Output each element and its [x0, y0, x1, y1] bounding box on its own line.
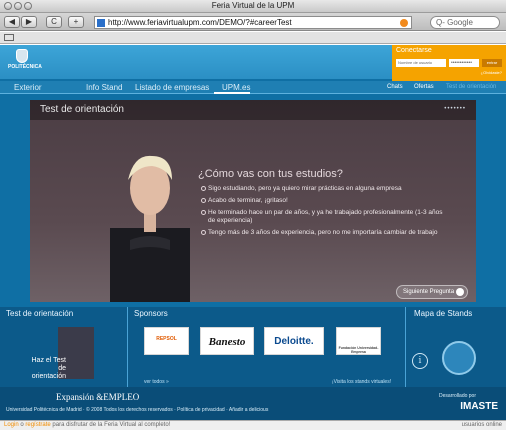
play-arrow-icon [456, 288, 464, 296]
main-nav: Exterior Info Stand Listado de empresas … [0, 81, 506, 94]
progress-dots: ••••••• [444, 106, 466, 112]
sponsors-title: Sponsors [134, 309, 168, 318]
nav-item-exterior[interactable]: Exterior [14, 83, 42, 92]
question-text: ¿Cómo vas con tus estudios? [198, 168, 343, 180]
nav-test-link[interactable]: Test de orientación [446, 84, 496, 90]
status-bar: Login o regístrate para disfrutar de la … [0, 420, 506, 430]
login-title: Conectarse [396, 47, 432, 54]
test-panel-title: Test de orientación [6, 309, 74, 318]
option-radio[interactable] [201, 210, 206, 215]
status-tail: para disfrutar de la Feria Virtual al co… [52, 422, 171, 428]
add-bookmark-button[interactable]: + [68, 16, 84, 28]
site-favicon-icon [97, 19, 105, 27]
stand-map-grid-icon[interactable] [442, 341, 476, 375]
option-label[interactable]: Tengo más de 3 años de experiencia, pero… [208, 229, 448, 237]
next-question-button[interactable]: Siguiente Pregunta [396, 285, 468, 299]
nav-item-info-stand[interactable]: Info Stand [86, 83, 122, 92]
option-radio[interactable] [201, 198, 206, 203]
login-link[interactable]: Login [4, 422, 19, 428]
window-titlebar: Feria Virtual de la UPM [0, 0, 506, 13]
username-field[interactable]: Nombre de usuario [396, 59, 446, 67]
sponsor-label: Deloitte. [274, 336, 314, 347]
option-label[interactable]: Sigo estudiando, pero ya quiero mirar pr… [208, 185, 448, 193]
nav-item-listado[interactable]: Listado de empresas [135, 83, 209, 92]
option-label[interactable]: He terminado hace un par de años, y ya h… [208, 209, 448, 225]
site-footer: Expansión &EMPLEO Universidad Politécnic… [0, 387, 506, 420]
test-panel[interactable]: Test de orientación Haz el Test de orien… [0, 307, 128, 387]
bookmarks-bar [0, 32, 506, 44]
sponsor-label: REPSOL [156, 336, 177, 342]
nav-chats-link[interactable]: Chats [387, 84, 403, 90]
sponsor-deloitte[interactable]: Deloitte. [264, 327, 324, 355]
footer-copyright: Universidad Politécnica de Madrid · © 20… [6, 407, 269, 413]
logo-text: POLITÉCNICA [8, 64, 42, 70]
career-test-stage: Test de orientación ••••••• ¿Cómo vas co… [30, 100, 476, 302]
forward-button[interactable]: ▶ [21, 16, 37, 28]
login-box: Conectarse Nombre de usuario •••••••••••… [392, 45, 506, 81]
nav-item-upm[interactable]: UPM.es [222, 83, 250, 92]
next-question-label: Siguiente Pregunta [403, 289, 455, 295]
status-text: Login o regístrate para disfrutar de la … [4, 422, 170, 428]
ver-todos-link[interactable]: ver todos » [144, 379, 169, 385]
developer-label: Desarrollado por [439, 393, 476, 399]
nav-ofertas-link[interactable]: Ofertas [414, 84, 434, 90]
upm-logo[interactable]: POLITÉCNICA [8, 49, 42, 71]
mapa-title: Mapa de Stands [414, 309, 473, 318]
page-content: POLITÉCNICA Conectarse Nombre de usuario… [0, 45, 506, 420]
search-input[interactable]: Q- Google [430, 16, 500, 29]
sponsors-panel: Sponsors REPSOL Banesto Deloitte. Fundac… [128, 307, 406, 387]
presenter-video [110, 155, 190, 302]
rss-icon[interactable] [400, 19, 408, 27]
reload-button[interactable]: C [46, 16, 62, 28]
visita-stands-link[interactable]: ¡Visita los stands virtuales! [332, 379, 391, 385]
password-field[interactable]: •••••••••••• [449, 59, 479, 67]
register-link[interactable]: regístrate [25, 422, 50, 428]
option-radio[interactable] [201, 186, 206, 191]
haz-test-label: Haz el Test de orientación [31, 357, 67, 380]
forgot-password-link[interactable]: ¿Olvidaste? [481, 70, 502, 75]
bookmarks-icon[interactable] [4, 34, 14, 41]
browser-toolbar: ◀ ▶ C + http://www.feriavirtualupm.com/D… [0, 13, 506, 31]
sponsor-label: Banesto [208, 336, 246, 348]
url-text: http://www.feriavirtualupm.com/DEMO/?#ca… [108, 18, 292, 27]
sponsor-fundacion[interactable]: Fundación Universidad-Empresa [336, 327, 381, 355]
login-submit-button[interactable]: entrar [482, 59, 502, 67]
online-users: usuarios online [461, 422, 502, 428]
option-radio[interactable] [201, 230, 206, 235]
back-button[interactable]: ◀ [4, 16, 20, 28]
upm-seal-icon [16, 49, 28, 63]
stage-title: Test de orientación [40, 104, 124, 115]
sponsor-repsol[interactable]: REPSOL [144, 327, 189, 355]
info-icon[interactable]: i [412, 353, 428, 369]
sponsor-banesto[interactable]: Banesto [200, 327, 254, 355]
window-title: Feria Virtual de la UPM [211, 1, 295, 10]
nav-active-indicator [214, 92, 250, 94]
sponsor-label: Fundación Universidad-Empresa [338, 346, 379, 354]
expansion-logo[interactable]: Expansión &EMPLEO [56, 392, 139, 402]
address-bar[interactable]: http://www.feriavirtualupm.com/DEMO/?#ca… [94, 16, 412, 29]
stage-header: Test de orientación ••••••• [30, 100, 476, 120]
status-or: o [20, 422, 24, 428]
bottom-panels: Test de orientación Haz el Test de orien… [0, 307, 506, 397]
option-label[interactable]: Acabo de terminar, ¡gritaso! [208, 197, 448, 205]
imaste-logo[interactable]: IMASTE [460, 401, 498, 412]
